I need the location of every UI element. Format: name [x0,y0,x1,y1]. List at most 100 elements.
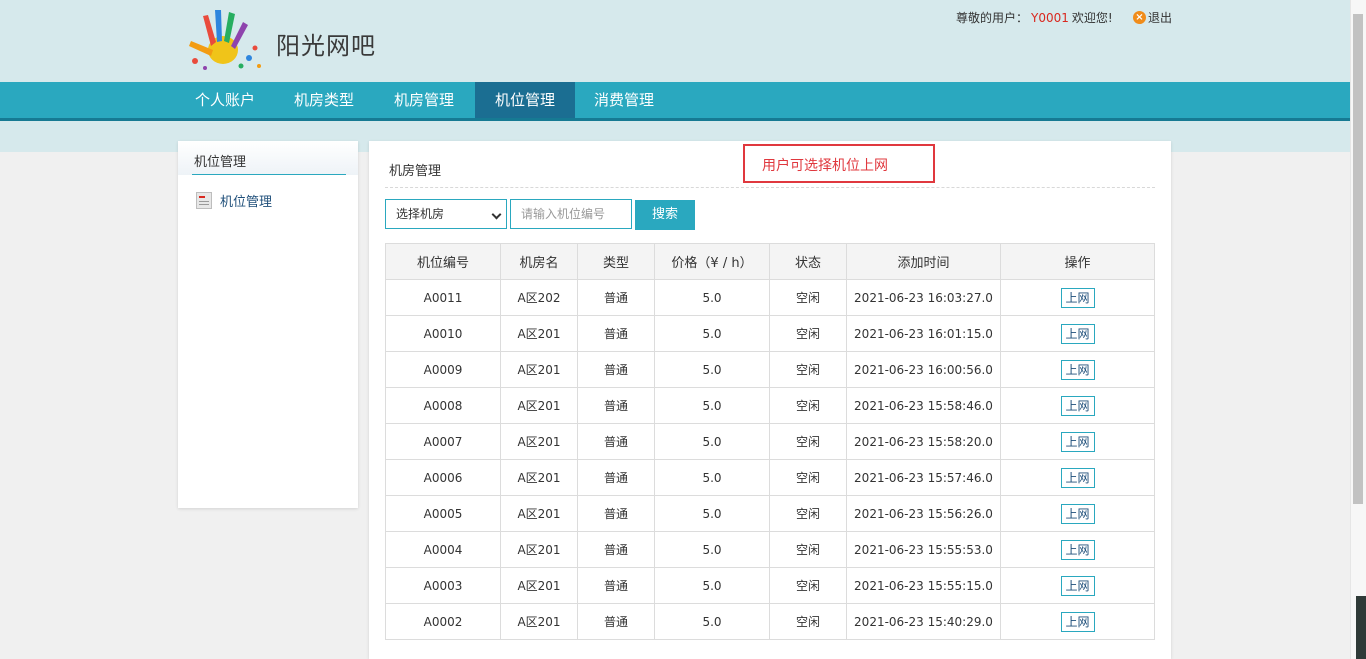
go-online-button[interactable]: 上网 [1060,539,1095,560]
cell-seat-id: A0008 [385,387,501,424]
cell-added-time: 2021-06-23 15:58:46.0 [846,387,1001,424]
cell-room-name: A区201 [500,423,578,460]
cell-price: 5.0 [654,351,770,388]
cell-added-time: 2021-06-23 15:57:46.0 [846,459,1001,496]
nav-underline [0,118,1350,121]
cell-type: 普通 [577,351,655,388]
logout-link[interactable]: × 退出 [1133,9,1172,26]
cell-type: 普通 [577,315,655,352]
table-row: A0010 A区201 普通 5.0 空闲 2021-06-23 16:01:1… [385,315,1155,352]
go-online-button[interactable]: 上网 [1060,359,1095,380]
cell-type: 普通 [577,387,655,424]
title-divider [385,187,1155,188]
nav-room-management[interactable]: 机房管理 [376,82,472,118]
nav-room-types[interactable]: 机房类型 [276,82,372,118]
cell-room-name: A区201 [500,315,578,352]
col-added-time: 添加时间 [846,243,1001,280]
table-row: A0011 A区202 普通 5.0 空闲 2021-06-23 16:03:2… [385,279,1155,316]
cell-seat-id: A0006 [385,459,501,496]
cell-room-name: A区201 [500,495,578,532]
cell-action: 上网 [1000,351,1155,388]
cell-price: 5.0 [654,459,770,496]
cell-status: 空闲 [769,567,847,604]
table-header-row: 机位编号 机房名 类型 价格（¥ / h） 状态 添加时间 操作 [385,243,1155,280]
cell-seat-id: A0009 [385,351,501,388]
table-row: A0002 A区201 普通 5.0 空闲 2021-06-23 15:40:2… [385,603,1155,640]
logout-icon: × [1133,11,1146,24]
cell-type: 普通 [577,567,655,604]
cell-status: 空闲 [769,531,847,568]
col-seat-id: 机位编号 [385,243,501,280]
go-online-button[interactable]: 上网 [1060,575,1095,596]
go-online-button[interactable]: 上网 [1060,287,1095,308]
page-title: 机房管理 [389,164,442,179]
cell-action: 上网 [1000,423,1155,460]
go-online-button[interactable]: 上网 [1060,323,1095,344]
cell-added-time: 2021-06-23 15:55:15.0 [846,567,1001,604]
cell-action: 上网 [1000,387,1155,424]
cell-action: 上网 [1000,459,1155,496]
cell-seat-id: A0007 [385,423,501,460]
document-icon [196,192,212,209]
table-row: A0009 A区201 普通 5.0 空闲 2021-06-23 16:00:5… [385,351,1155,388]
cell-status: 空闲 [769,423,847,460]
nav-consumption-management[interactable]: 消费管理 [576,82,672,118]
greeting-suffix: 欢迎您! [1071,11,1113,25]
chevron-down-icon [491,209,502,220]
cell-room-name: A区201 [500,603,578,640]
go-online-button[interactable]: 上网 [1060,611,1095,632]
sidebar-item-label: 机位管理 [220,195,273,210]
seat-search-input[interactable]: 请输入机位编号 [510,199,632,229]
cell-action: 上网 [1000,603,1155,640]
cell-status: 空闲 [769,279,847,316]
cell-added-time: 2021-06-23 16:03:27.0 [846,279,1001,316]
cell-price: 5.0 [654,423,770,460]
cell-added-time: 2021-06-23 16:00:56.0 [846,351,1001,388]
cell-added-time: 2021-06-23 15:58:20.0 [846,423,1001,460]
cell-action: 上网 [1000,567,1155,604]
col-price: 价格（¥ / h） [654,243,770,280]
nav-seat-management[interactable]: 机位管理 [475,82,575,118]
sidebar-item-seat-management[interactable]: 机位管理 [196,191,272,210]
cell-seat-id: A0003 [385,567,501,604]
table-row: A0008 A区201 普通 5.0 空闲 2021-06-23 15:58:4… [385,387,1155,424]
cell-room-name: A区201 [500,459,578,496]
cell-action: 上网 [1000,315,1155,352]
user-greeting: 尊敬的用户： Y0001 欢迎您! [956,9,1113,26]
table-row: A0007 A区201 普通 5.0 空闲 2021-06-23 15:58:2… [385,423,1155,460]
sidebar-divider [192,174,346,175]
cell-status: 空闲 [769,351,847,388]
go-online-button[interactable]: 上网 [1060,467,1095,488]
go-online-button[interactable]: 上网 [1060,431,1095,452]
cell-room-name: A区202 [500,279,578,316]
cell-room-name: A区201 [500,351,578,388]
cell-seat-id: A0004 [385,531,501,568]
table-row: A0003 A区201 普通 5.0 空闲 2021-06-23 15:55:1… [385,567,1155,604]
cell-seat-id: A0002 [385,603,501,640]
greeting-prefix: 尊敬的用户： [956,11,1029,25]
col-status: 状态 [769,243,847,280]
search-button[interactable]: 搜索 [635,200,695,230]
cell-added-time: 2021-06-23 16:01:15.0 [846,315,1001,352]
scrollbar-thumb[interactable] [1353,14,1363,504]
go-online-button[interactable]: 上网 [1060,503,1095,524]
cell-price: 5.0 [654,279,770,316]
cell-price: 5.0 [654,567,770,604]
cell-type: 普通 [577,495,655,532]
sidebar-title: 机位管理 [194,155,247,170]
cell-seat-id: A0011 [385,279,501,316]
cell-type: 普通 [577,531,655,568]
cell-price: 5.0 [654,531,770,568]
cell-status: 空闲 [769,459,847,496]
nav-personal-account[interactable]: 个人账户 [177,82,273,118]
cell-action: 上网 [1000,531,1155,568]
user-id: Y0001 [1031,11,1069,25]
cell-room-name: A区201 [500,531,578,568]
main-panel: 机房管理 用户可选择机位上网 选择机房 请输入机位编号 搜索 机位编号 机房名 … [369,141,1171,659]
table-row: A0005 A区201 普通 5.0 空闲 2021-06-23 15:56:2… [385,495,1155,532]
col-room-name: 机房名 [500,243,578,280]
main-nav: 个人账户 机房类型 机房管理 机位管理 消费管理 [0,82,1350,118]
cell-action: 上网 [1000,495,1155,532]
go-online-button[interactable]: 上网 [1060,395,1095,416]
room-select[interactable]: 选择机房 [385,199,507,229]
